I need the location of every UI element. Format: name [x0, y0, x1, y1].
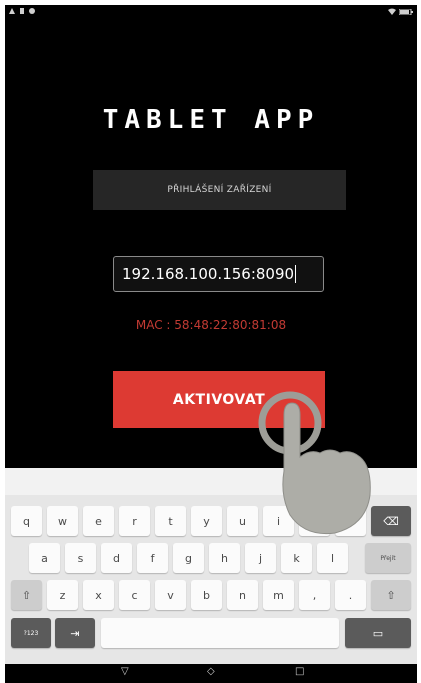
activate-button[interactable]: AKTIVOVAT [113, 371, 325, 428]
on-screen-keyboard: q w e r t y u i o p ⌫ a s d f g h j k l … [5, 468, 417, 664]
notification-icon [9, 8, 15, 14]
key-y[interactable]: y [191, 506, 222, 536]
enter-key[interactable]: Přejít [365, 543, 411, 573]
tablet-screen: TABLET APP PŘIHLÁŠENÍ ZAŘÍZENÍ 192.168.1… [5, 5, 417, 683]
notification-icon [28, 8, 35, 14]
notification-icon [19, 8, 24, 14]
shift-key-right[interactable]: ⇧ [371, 580, 411, 610]
wifi-icon [388, 8, 397, 15]
key-j[interactable]: j [245, 543, 276, 573]
status-bar [5, 5, 417, 21]
home-nav-icon[interactable]: ◇ [207, 666, 215, 677]
key-t[interactable]: t [155, 506, 186, 536]
text-cursor [295, 265, 297, 283]
backspace-icon: ⌫ [383, 514, 399, 528]
key-z[interactable]: z [47, 580, 78, 610]
symbols-key[interactable]: ?123 [11, 618, 51, 648]
login-header: PŘIHLÁŠENÍ ZAŘÍZENÍ [93, 170, 346, 210]
keyboard-switch-key[interactable]: ▭ [345, 618, 411, 648]
server-address-value: 192.168.100.156:8090 [122, 265, 295, 283]
key-a[interactable]: a [29, 543, 60, 573]
recents-nav-icon[interactable]: □ [295, 666, 304, 677]
key-h[interactable]: h [209, 543, 240, 573]
key-period[interactable]: . [335, 580, 366, 610]
key-g[interactable]: g [173, 543, 204, 573]
server-address-input[interactable]: 192.168.100.156:8090 [113, 256, 324, 292]
login-header-label: PŘIHLÁŠENÍ ZAŘÍZENÍ [167, 185, 272, 195]
key-p[interactable]: p [335, 506, 366, 536]
key-x[interactable]: x [83, 580, 114, 610]
tab-icon: ⇥ [70, 626, 80, 640]
key-s[interactable]: s [65, 543, 96, 573]
key-m[interactable]: m [263, 580, 294, 610]
shift-icon: ⇧ [386, 588, 396, 602]
shift-icon: ⇧ [21, 588, 32, 602]
battery-icon [398, 8, 413, 16]
key-o[interactable]: o [299, 506, 330, 536]
key-v[interactable]: v [155, 580, 186, 610]
keyboard-icon: ▭ [372, 626, 384, 640]
key-q[interactable]: q [11, 506, 42, 536]
app-title: TABLET APP [102, 105, 320, 135]
key-r[interactable]: r [119, 506, 150, 536]
enter-key-label: Přejít [380, 554, 396, 562]
key-c[interactable]: c [119, 580, 150, 610]
space-key[interactable] [101, 618, 339, 648]
notification-icons [9, 8, 35, 16]
key-b[interactable]: b [191, 580, 222, 610]
suggestion-bar [5, 468, 417, 495]
activate-button-label: AKTIVOVAT [172, 391, 266, 408]
shift-key-left[interactable]: ⇧ [11, 580, 42, 610]
navigation-bar: ▽ ◇ □ [5, 664, 417, 683]
key-n[interactable]: n [227, 580, 258, 610]
key-u[interactable]: u [227, 506, 258, 536]
key-w[interactable]: w [47, 506, 78, 536]
back-nav-icon[interactable]: ▽ [121, 666, 129, 677]
backspace-key[interactable]: ⌫ [371, 506, 411, 536]
key-l[interactable]: l [317, 543, 348, 573]
mac-address-label: MAC : 58:48:22:80:81:08 [135, 318, 287, 332]
key-k[interactable]: k [281, 543, 312, 573]
system-icons [388, 8, 413, 17]
symbols-key-label: ?123 [23, 629, 39, 637]
key-i[interactable]: i [263, 506, 294, 536]
key-f[interactable]: f [137, 543, 168, 573]
key-comma[interactable]: , [299, 580, 330, 610]
key-d[interactable]: d [101, 543, 132, 573]
key-e[interactable]: e [83, 506, 114, 536]
tab-key[interactable]: ⇥ [55, 618, 95, 648]
